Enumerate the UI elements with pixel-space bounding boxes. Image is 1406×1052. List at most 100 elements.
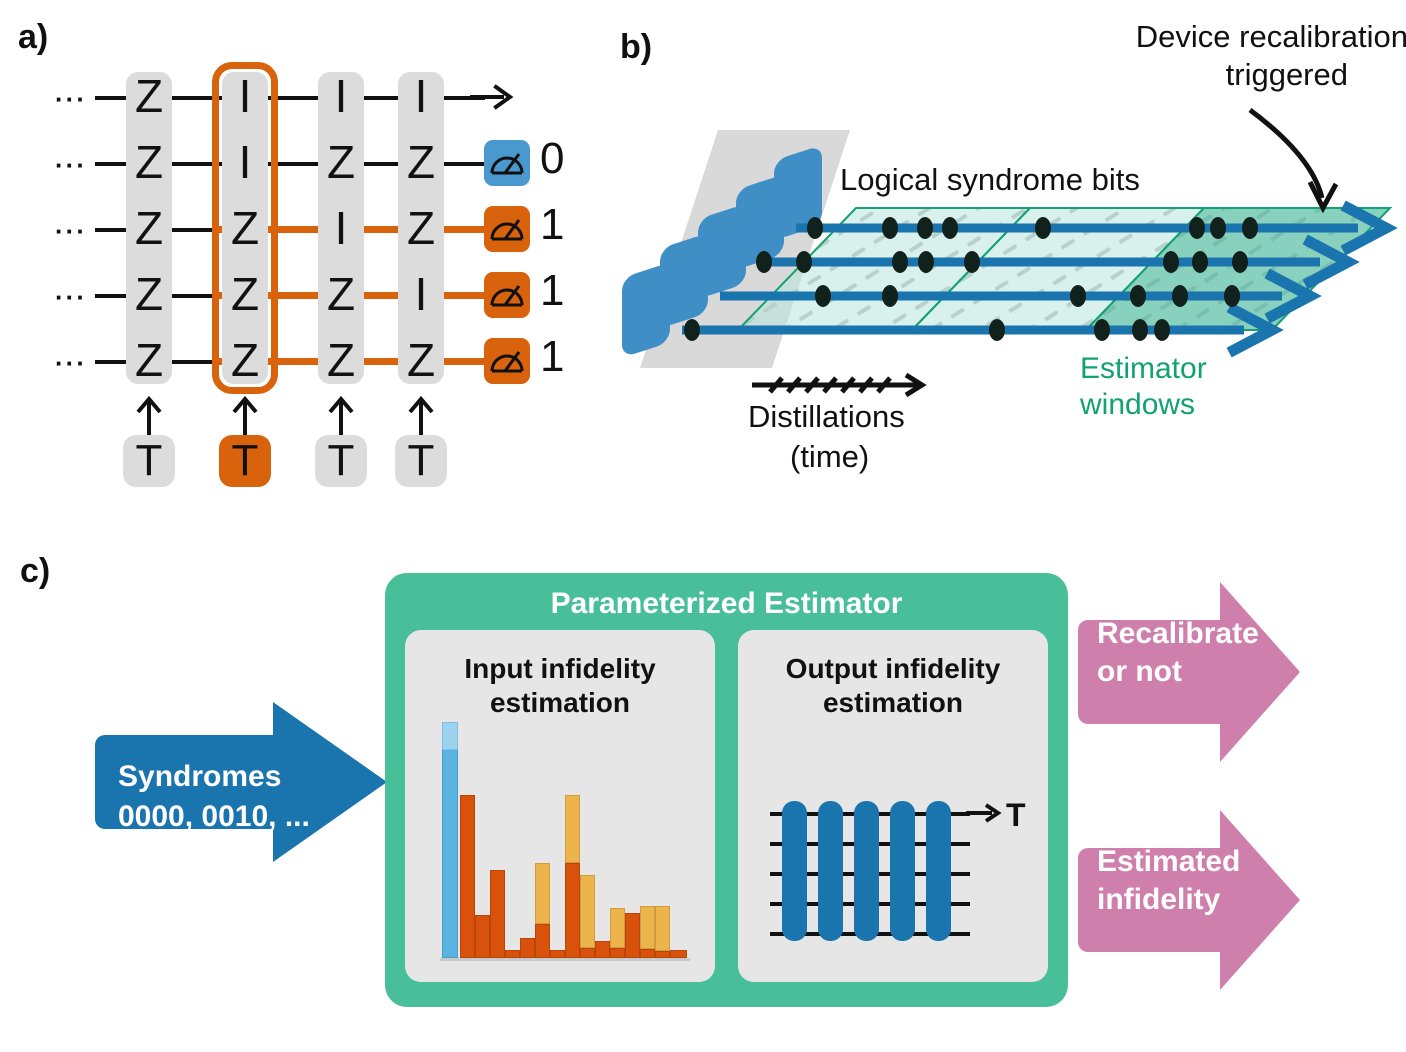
histogram-bar (550, 950, 565, 958)
outcome-bit: 1 (540, 332, 565, 381)
up-arrow-icon (136, 396, 162, 438)
t-gate-label: T (135, 436, 163, 485)
t-gate-3[interactable]: T (395, 435, 447, 487)
pauli-cell: Z (230, 202, 260, 254)
panel-b: b) Device recalibration triggered Logica… (600, 0, 1406, 510)
pauli-cell: Z (134, 70, 164, 122)
t-gate-1-highlighted[interactable]: T (219, 435, 271, 487)
histogram-bar (580, 948, 595, 958)
outcome-bit: 0 (540, 134, 565, 183)
up-arrow-icon (408, 396, 434, 438)
measure-box-wire-3[interactable] (484, 272, 530, 318)
pauli-cell: Z (406, 334, 436, 386)
wire-ellipsis: ··· (55, 84, 87, 114)
pauli-cell: Z (326, 334, 356, 386)
histogram-bar-stack (535, 863, 550, 924)
pauli-cell: Z (230, 268, 260, 320)
input-infidelity-histogram (440, 722, 690, 961)
pauli-cell: Z (230, 334, 260, 386)
up-arrow-icon (328, 396, 354, 438)
estimated-infidelity-arrow-label-line-2: infidelity (1097, 883, 1221, 916)
histogram-bar (520, 938, 535, 958)
pauli-cell: Z (134, 268, 164, 320)
t-gate-label: T (231, 436, 259, 485)
input-card-title-line-1: Input infidelity (464, 653, 656, 684)
input-infidelity-card: Input infidelity estimation (405, 630, 715, 982)
outcome-bit: 1 (540, 200, 565, 249)
pauli-cell: Z (326, 136, 356, 188)
circuit-gate[interactable] (782, 801, 807, 941)
circuit-gate[interactable] (890, 801, 915, 941)
input-arrow-label-line-1: Syndromes (118, 760, 282, 793)
circuit-gate[interactable] (818, 801, 843, 941)
histogram-bar-stack (610, 908, 625, 948)
histogram-bar (565, 863, 580, 958)
measure-box-wire-1[interactable] (484, 140, 530, 186)
curved-down-arrow-icon (1248, 107, 1339, 214)
right-arrow-icon (470, 84, 514, 110)
circuit-gate[interactable] (854, 801, 879, 941)
histogram-bar-stack (640, 906, 655, 949)
t-gate-0[interactable]: T (123, 435, 175, 487)
wire-ellipsis: ··· (55, 216, 87, 246)
histogram-bar (505, 950, 520, 958)
pauli-cell: I (238, 70, 252, 122)
histogram-bar (670, 950, 687, 958)
wire-ellipsis: ··· (55, 282, 87, 312)
time-axis-arrow-icon (752, 372, 927, 398)
wire-ellipsis: ··· (55, 348, 87, 378)
histogram-bar-blue-dark (442, 748, 458, 958)
measure-gauge-icon (490, 153, 524, 175)
histogram-bar-stack (565, 795, 580, 863)
pauli-cell: I (334, 202, 348, 254)
pauli-cell: Z (134, 202, 164, 254)
up-arrow-icon (232, 396, 258, 438)
pauli-cell: I (238, 136, 252, 188)
measure-gauge-icon (490, 285, 524, 307)
pauli-cell: Z (134, 334, 164, 386)
measure-box-wire-4[interactable] (484, 338, 530, 384)
circuit-axis-label: T (1006, 797, 1026, 833)
histogram-bar (490, 870, 505, 958)
circuit-right-arrow-icon (966, 803, 1002, 823)
panel-c: c) Syndromes 0000, 0010, ... Parameteriz… (0, 530, 1406, 1052)
pauli-cell: Z (134, 136, 164, 188)
recalibrate-arrow-label-line-1: Recalibrate (1097, 617, 1259, 650)
input-card-title: Input infidelity estimation (405, 652, 715, 720)
output-circuit: T (738, 630, 1048, 982)
estimated-infidelity-arrow-label-line-1: Estimated (1097, 845, 1241, 878)
panel-b-graphic (622, 107, 1398, 398)
measure-gauge-icon (490, 351, 524, 373)
histogram-bar (625, 913, 640, 958)
histogram-bar-stack (580, 875, 595, 948)
t-gate-label: T (327, 436, 355, 485)
panel-a-label: a) (18, 18, 49, 56)
t-gate-label: T (407, 436, 435, 485)
outcome-bit: 1 (540, 266, 565, 315)
pauli-cell: Z (406, 136, 436, 188)
panel-c-label: c) (20, 552, 51, 590)
recalibrate-arrow-label-line-2: or not (1097, 655, 1182, 688)
histogram-bar (460, 795, 475, 958)
circuit-gate[interactable] (926, 801, 951, 941)
histogram-bar (475, 915, 490, 958)
measure-gauge-icon (490, 219, 524, 241)
histogram-bar (610, 948, 625, 958)
input-card-title-line-2: estimation (489, 687, 631, 719)
histogram-bar (640, 949, 655, 958)
pauli-cell: Z (406, 202, 436, 254)
pauli-cell: I (414, 268, 428, 320)
pauli-cell: I (414, 70, 428, 122)
histogram-bar-stack (655, 906, 670, 951)
measure-box-wire-2[interactable] (484, 206, 530, 252)
histogram-bar (595, 941, 610, 958)
output-infidelity-card: Output infidelity estimation T (738, 630, 1048, 982)
histogram-bar (535, 924, 550, 958)
pauli-cell: I (334, 70, 348, 122)
histogram-bar-blue-light (442, 722, 458, 750)
estimator-title: Parameterized Estimator (550, 587, 903, 620)
input-arrow-label-line-2: 0000, 0010, ... (118, 800, 310, 833)
histogram-bar (655, 951, 670, 958)
t-gate-2[interactable]: T (315, 435, 367, 487)
histogram-baseline (440, 958, 690, 961)
